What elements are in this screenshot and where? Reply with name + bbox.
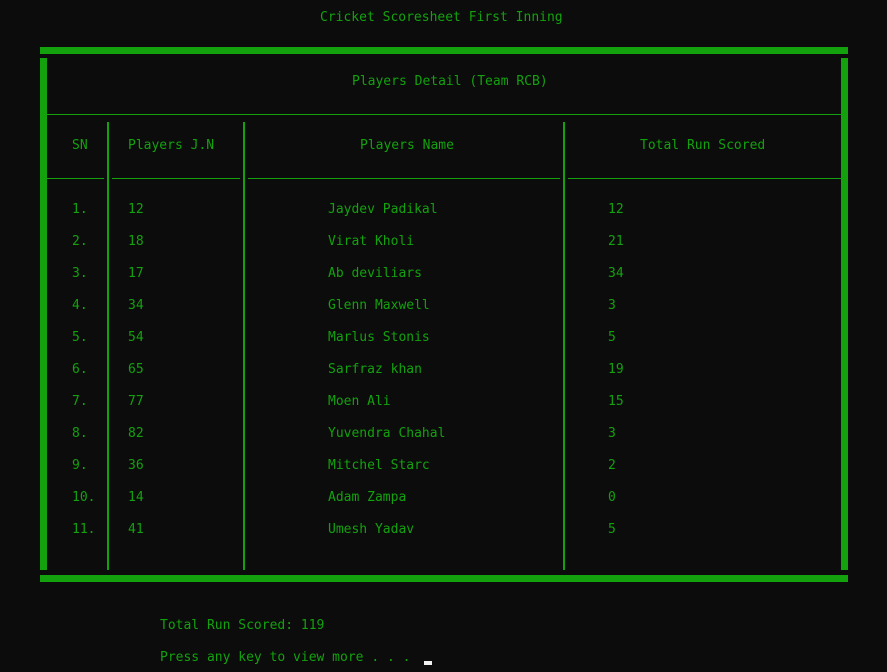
cell-sn: 3. — [72, 266, 88, 281]
header-sn: SN — [72, 138, 88, 153]
header-underline-sn — [47, 178, 104, 179]
cell-player-name: Mitchel Starc — [328, 458, 430, 473]
cell-sn: 1. — [72, 202, 88, 217]
cell-total-runs: 2 — [608, 458, 616, 473]
screen-title: Cricket Scoresheet First Inning — [320, 10, 563, 25]
cell-total-runs: 5 — [608, 522, 616, 537]
cell-sn: 11. — [72, 522, 96, 537]
column-divider-3 — [563, 122, 565, 570]
title-divider — [47, 114, 841, 115]
cell-player-name: Ab deviliars — [328, 266, 422, 281]
header-total-runs: Total Run Scored — [640, 138, 766, 153]
cell-player-name: Umesh Yadav — [328, 522, 415, 537]
header-underline-runs — [568, 178, 841, 179]
cell-jersey-number: 77 — [128, 394, 144, 409]
header-jersey-number: Players J.N — [128, 138, 215, 153]
cell-jersey-number: 17 — [128, 266, 144, 281]
cell-sn: 2. — [72, 234, 88, 249]
column-divider-1 — [107, 122, 109, 570]
frame-left-bar — [40, 58, 47, 570]
header-underline-jn — [112, 178, 240, 179]
cell-sn: 6. — [72, 362, 88, 377]
continue-prompt: Press any key to view more . . . — [160, 650, 411, 665]
cell-sn: 9. — [72, 458, 88, 473]
total-runs-summary: Total Run Scored: 119 — [160, 618, 325, 633]
cell-total-runs: 34 — [608, 266, 624, 281]
cell-total-runs: 19 — [608, 362, 624, 377]
cell-sn: 7. — [72, 394, 88, 409]
cell-jersey-number: 36 — [128, 458, 144, 473]
cell-total-runs: 12 — [608, 202, 624, 217]
frame-bottom-bar — [40, 575, 848, 582]
text-cursor[interactable] — [424, 661, 432, 665]
cell-jersey-number: 18 — [128, 234, 144, 249]
cell-total-runs: 3 — [608, 298, 616, 313]
cell-total-runs: 15 — [608, 394, 624, 409]
cell-player-name: Marlus Stonis — [328, 330, 430, 345]
cell-total-runs: 21 — [608, 234, 624, 249]
cell-total-runs: 0 — [608, 490, 616, 505]
cell-sn: 8. — [72, 426, 88, 441]
cell-total-runs: 3 — [608, 426, 616, 441]
cell-player-name: Adam Zampa — [328, 490, 407, 505]
cell-sn: 4. — [72, 298, 88, 313]
table-title: Players Detail (Team RCB) — [352, 74, 548, 89]
cell-sn: 5. — [72, 330, 88, 345]
cell-jersey-number: 54 — [128, 330, 144, 345]
cell-jersey-number: 12 — [128, 202, 144, 217]
cell-jersey-number: 34 — [128, 298, 144, 313]
cell-jersey-number: 41 — [128, 522, 144, 537]
cell-player-name: Sarfraz khan — [328, 362, 422, 377]
cell-jersey-number: 14 — [128, 490, 144, 505]
frame-right-bar — [841, 58, 848, 570]
cell-player-name: Yuvendra Chahal — [328, 426, 446, 441]
cell-jersey-number: 65 — [128, 362, 144, 377]
cell-jersey-number: 82 — [128, 426, 144, 441]
cell-player-name: Virat Kholi — [328, 234, 415, 249]
frame-top-bar — [40, 47, 848, 54]
cell-player-name: Moen Ali — [328, 394, 391, 409]
header-player-name: Players Name — [360, 138, 454, 153]
header-underline-name — [248, 178, 560, 179]
cell-total-runs: 5 — [608, 330, 616, 345]
cell-player-name: Jaydev Padikal — [328, 202, 438, 217]
cell-sn: 10. — [72, 490, 96, 505]
cell-player-name: Glenn Maxwell — [328, 298, 430, 313]
column-divider-2 — [243, 122, 245, 570]
